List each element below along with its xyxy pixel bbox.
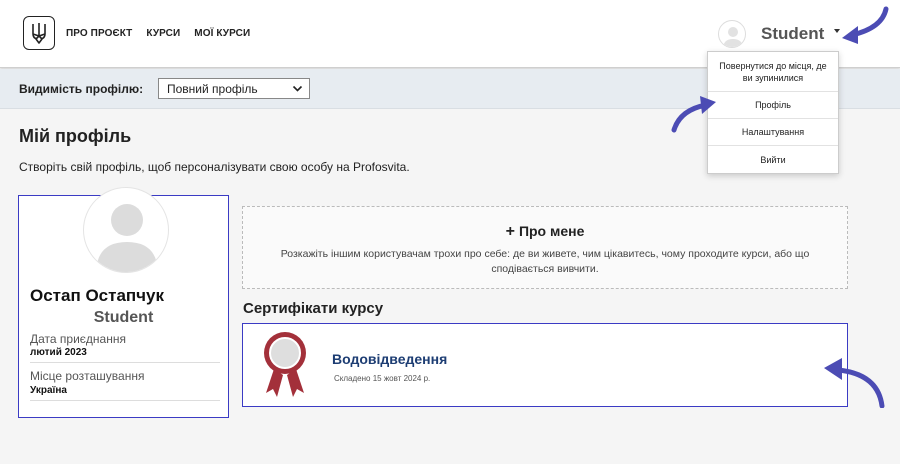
certificate-card[interactable]: Водовідведення Складено 15 жовт 2024 р.	[242, 323, 848, 407]
user-dropdown-menu: Повернутися до місця, де ви зупинилися П…	[707, 51, 839, 174]
nav-courses[interactable]: КУРСИ	[146, 28, 180, 39]
joined-value: лютий 2023	[30, 347, 87, 358]
nav-my-courses[interactable]: МОЇ КУРСИ	[194, 28, 250, 39]
profile-avatar[interactable]	[83, 187, 169, 273]
profile-card: Остап Остапчук Student Дата приєднання л…	[18, 187, 229, 418]
profile-full-name: Остап Остапчук	[30, 286, 165, 305]
user-menu-name[interactable]: Student	[761, 24, 824, 44]
plus-icon: +	[505, 223, 515, 240]
visibility-label: Видимість профілю:	[19, 82, 144, 96]
menu-item-logout[interactable]: Вийти	[708, 146, 838, 173]
certificate-ribbon-icon	[264, 332, 306, 397]
nav-about-project[interactable]: ПРО ПРОЄКТ	[66, 28, 132, 39]
user-avatar[interactable]	[718, 20, 746, 48]
menu-item-settings[interactable]: Налаштування	[708, 119, 838, 146]
page-title: Мій профіль	[19, 126, 132, 146]
page-subtitle: Створіть свій профіль, щоб персоналізува…	[19, 160, 410, 174]
about-me-title: Про мене	[518, 223, 585, 239]
visibility-selected-value: Повний профіль	[167, 82, 258, 96]
menu-item-resume[interactable]: Повернутися до місця, де ви зупинилися	[708, 52, 838, 92]
menu-item-profile[interactable]: Профіль	[708, 92, 838, 119]
annotation-arrow-icon	[824, 358, 885, 408]
about-me-section[interactable]: + Про мене Розкажіть іншим користувачам т…	[242, 206, 848, 289]
annotation-arrow-icon	[671, 96, 716, 133]
divider	[30, 362, 220, 363]
logo-trident-icon[interactable]	[23, 16, 55, 50]
about-me-heading: + Про мене	[243, 223, 847, 241]
divider	[30, 400, 220, 401]
profile-username: Student	[93, 309, 154, 326]
about-me-hint: Розкажіть іншим користувачам трохи про с…	[280, 248, 810, 275]
location-label: Місце розташування	[30, 369, 145, 383]
certificate-date: Складено 15 жовт 2024 р.	[334, 374, 431, 383]
annotation-arrow-icon	[842, 6, 889, 44]
main-nav: ПРО ПРОЄКТ КУРСИ МОЇ КУРСИ	[66, 28, 250, 39]
visibility-select[interactable]: Повний профіль	[158, 78, 310, 99]
location-value: Україна	[30, 385, 67, 396]
chevron-down-icon	[292, 85, 303, 92]
joined-label: Дата приєднання	[30, 332, 126, 346]
certificate-course-link[interactable]: Водовідведення	[332, 351, 447, 367]
certificates-title: Сертифікати курсу	[243, 300, 384, 317]
